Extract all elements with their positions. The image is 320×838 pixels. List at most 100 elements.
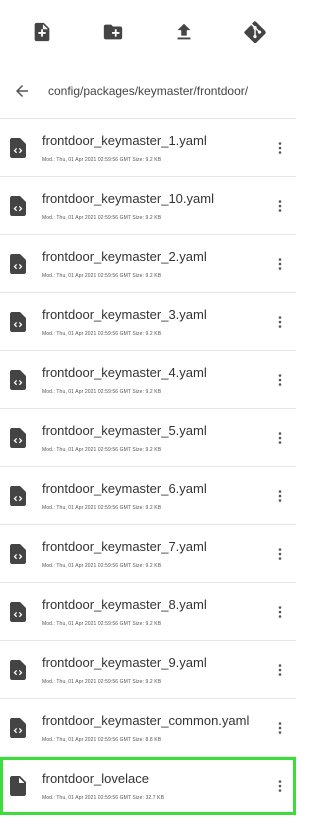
more-vert-icon	[278, 199, 282, 212]
code-file-icon	[10, 253, 26, 274]
code-file-icon	[10, 659, 26, 680]
file-row[interactable]: frontdoor_keymaster_8.yaml Mod.: Thu, 01 …	[0, 583, 296, 641]
file-text: frontdoor_keymaster_9.yaml Mod.: Thu, 01 …	[36, 655, 264, 685]
file-menu-button[interactable]	[264, 721, 296, 734]
code-file-icon	[0, 311, 36, 332]
file-menu-button[interactable]	[264, 373, 296, 386]
arrow-left-icon	[16, 85, 28, 97]
more-vert-icon	[278, 663, 282, 676]
more-vert-icon	[278, 721, 282, 734]
plain-file-icon	[10, 775, 26, 796]
file-name: frontdoor_keymaster_1.yaml	[42, 132, 207, 148]
file-row[interactable]: frontdoor_keymaster_3.yaml Mod.: Thu, 01 …	[0, 293, 296, 351]
file-menu-button[interactable]	[264, 199, 296, 212]
more-vert-icon	[278, 315, 282, 328]
back-button[interactable]	[6, 75, 38, 107]
upload-icon	[177, 23, 190, 40]
file-meta: Mod.: Thu, 01 Apr 2021 02:59:56 GMT Size…	[42, 214, 162, 221]
file-name: frontdoor_keymaster_3.yaml	[42, 306, 207, 322]
more-vert-icon	[278, 141, 282, 154]
more-vert-icon	[278, 605, 282, 618]
file-name: frontdoor_keymaster_7.yaml	[42, 538, 207, 554]
file-text: frontdoor_lovelace Mod.: Thu, 01 Apr 2021…	[36, 771, 264, 801]
file-meta: Mod.: Thu, 01 Apr 2021 02:59:56 GMT Size…	[42, 446, 162, 453]
file-row[interactable]: frontdoor_keymaster_5.yaml Mod.: Thu, 01 …	[0, 409, 296, 467]
git-button[interactable]	[235, 12, 275, 52]
code-file-icon	[10, 485, 26, 506]
new-file-button[interactable]	[22, 12, 62, 52]
file-row[interactable]: frontdoor_keymaster_7.yaml Mod.: Thu, 01 …	[0, 525, 296, 583]
more-vert-icon	[278, 547, 282, 560]
code-file-icon	[0, 369, 36, 390]
file-menu-button[interactable]	[264, 547, 296, 560]
file-name: frontdoor_keymaster_10.yaml	[42, 190, 214, 206]
file-text: frontdoor_keymaster_4.yaml Mod.: Thu, 01 …	[36, 365, 264, 395]
more-vert-icon	[278, 257, 282, 270]
file-meta: Mod.: Thu, 01 Apr 2021 02:59:56 GMT Size…	[42, 272, 162, 279]
upload-button[interactable]	[164, 12, 204, 52]
file-meta: Mod.: Thu, 01 Apr 2021 02:59:56 GMT Size…	[42, 794, 165, 801]
code-file-icon	[10, 137, 26, 158]
new-folder-icon	[103, 24, 122, 40]
file-meta: Mod.: Thu, 01 Apr 2021 02:59:56 GMT Size…	[42, 156, 162, 163]
file-text: frontdoor_keymaster_6.yaml Mod.: Thu, 01 …	[36, 481, 264, 511]
new-folder-button[interactable]	[93, 12, 133, 52]
code-file-icon	[10, 601, 26, 622]
code-file-icon	[0, 253, 36, 274]
file-row[interactable]: frontdoor_keymaster_common.yaml Mod.: Thu…	[0, 699, 296, 757]
file-list: frontdoor_keymaster_1.yaml Mod.: Thu, 01 …	[0, 119, 296, 815]
file-row[interactable]: frontdoor_keymaster_9.yaml Mod.: Thu, 01 …	[0, 641, 296, 699]
file-text: frontdoor_keymaster_3.yaml Mod.: Thu, 01 …	[36, 307, 264, 337]
more-vert-icon	[278, 779, 282, 792]
file-meta: Mod.: Thu, 01 Apr 2021 02:59:56 GMT Size…	[42, 678, 162, 685]
code-file-icon	[10, 195, 26, 216]
file-menu-button[interactable]	[264, 141, 296, 154]
file-name: frontdoor_keymaster_8.yaml	[42, 596, 207, 612]
code-file-icon	[0, 543, 36, 564]
file-row[interactable]: frontdoor_keymaster_6.yaml Mod.: Thu, 01 …	[0, 467, 296, 525]
more-vert-icon	[278, 373, 282, 386]
file-menu-button[interactable]	[264, 663, 296, 676]
file-row[interactable]: frontdoor_keymaster_1.yaml Mod.: Thu, 01 …	[0, 119, 296, 177]
file-row[interactable]: frontdoor_lovelace Mod.: Thu, 01 Apr 2021…	[0, 757, 296, 815]
file-meta: Mod.: Thu, 01 Apr 2021 02:59:56 GMT Size…	[42, 504, 162, 511]
code-file-icon	[0, 485, 36, 506]
code-file-icon	[10, 369, 26, 390]
file-menu-button[interactable]	[264, 779, 296, 792]
file-text: frontdoor_keymaster_1.yaml Mod.: Thu, 01 …	[36, 133, 264, 163]
file-meta: Mod.: Thu, 01 Apr 2021 02:59:56 GMT Size…	[42, 736, 162, 743]
code-file-icon	[10, 543, 26, 564]
file-row[interactable]: frontdoor_keymaster_4.yaml Mod.: Thu, 01 …	[0, 351, 296, 409]
git-icon	[243, 21, 266, 43]
file-menu-button[interactable]	[264, 431, 296, 444]
file-text: frontdoor_keymaster_2.yaml Mod.: Thu, 01 …	[36, 249, 264, 279]
file-name: frontdoor_lovelace	[42, 770, 149, 786]
file-name: frontdoor_keymaster_9.yaml	[42, 654, 207, 670]
file-meta: Mod.: Thu, 01 Apr 2021 02:59:56 GMT Size…	[42, 620, 162, 627]
code-file-icon	[10, 717, 26, 738]
file-name: frontdoor_keymaster_common.yaml	[42, 712, 250, 728]
file-menu-button[interactable]	[264, 315, 296, 328]
file-menu-button[interactable]	[264, 489, 296, 502]
current-path: config/packages/keymaster/frontdoor/	[48, 84, 249, 98]
code-file-icon	[10, 427, 26, 448]
file-name: frontdoor_keymaster_5.yaml	[42, 422, 207, 438]
file-row[interactable]: frontdoor_keymaster_2.yaml Mod.: Thu, 01 …	[0, 235, 296, 293]
file-text: frontdoor_keymaster_5.yaml Mod.: Thu, 01 …	[36, 423, 264, 453]
code-file-icon	[0, 195, 36, 216]
file-menu-button[interactable]	[264, 605, 296, 618]
code-file-icon	[0, 137, 36, 158]
code-file-icon	[0, 601, 36, 622]
file-menu-button[interactable]	[264, 257, 296, 270]
toolbar	[0, 0, 296, 64]
file-text: frontdoor_keymaster_7.yaml Mod.: Thu, 01 …	[36, 539, 264, 569]
file-row[interactable]: frontdoor_keymaster_10.yaml Mod.: Thu, 01…	[0, 177, 296, 235]
file-name: frontdoor_keymaster_4.yaml	[42, 364, 207, 380]
new-file-icon	[34, 22, 49, 42]
more-vert-icon	[278, 431, 282, 444]
file-meta: Mod.: Thu, 01 Apr 2021 02:59:56 GMT Size…	[42, 330, 162, 337]
code-file-icon	[0, 427, 36, 448]
code-file-icon	[0, 659, 36, 680]
code-file-icon	[10, 311, 26, 332]
file-name: frontdoor_keymaster_6.yaml	[42, 480, 207, 496]
